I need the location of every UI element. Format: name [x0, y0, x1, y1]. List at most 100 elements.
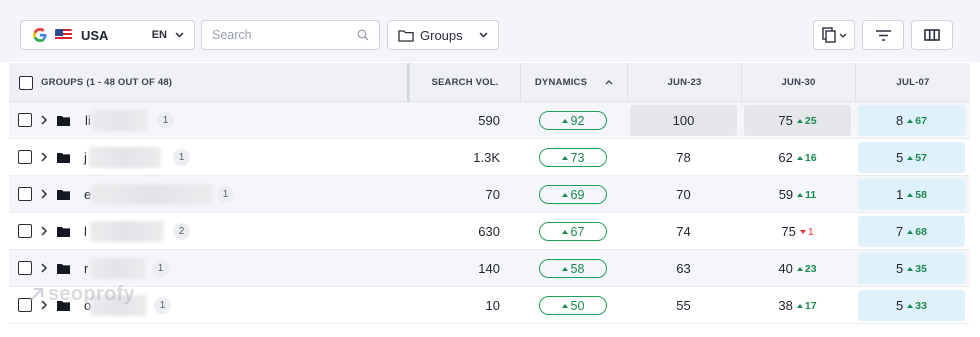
header-dynamics[interactable]: DYNAMICS — [520, 63, 627, 102]
chevron-right-icon[interactable] — [40, 151, 48, 163]
position-value: 38 — [778, 298, 793, 313]
dynamics-value: 92 — [570, 113, 585, 128]
position-value: 5 — [896, 150, 904, 165]
table-row[interactable]: e 1 70 69 70 59 11 1 58 — [9, 176, 970, 213]
position-jul07: 7 68 — [858, 216, 965, 247]
chevron-right-icon[interactable] — [40, 114, 48, 126]
position-jun23: 78 — [630, 142, 737, 173]
filter-button[interactable] — [862, 20, 904, 50]
row-checkbox[interactable] — [18, 224, 32, 238]
language-label: EN — [151, 29, 167, 41]
arrow-up-icon — [907, 155, 914, 160]
arrow-up-icon — [561, 229, 568, 234]
search-input[interactable]: Search — [201, 20, 380, 50]
search-volume: 590 — [478, 113, 500, 128]
position-jun23: 70 — [630, 179, 737, 210]
group-count-badge: 2 — [173, 223, 190, 240]
row-checkbox[interactable] — [18, 261, 32, 275]
chevron-right-icon[interactable] — [40, 188, 48, 200]
select-all-checkbox[interactable] — [19, 75, 33, 90]
arrow-up-icon — [907, 266, 914, 271]
search-icon — [357, 29, 369, 41]
position-value: 1 — [896, 187, 904, 202]
change-up-indicator: 11 — [797, 189, 816, 201]
position-value: 75 — [781, 224, 796, 239]
group-name[interactable]: l — [84, 224, 87, 239]
header-jun23[interactable]: JUN-23 — [627, 63, 741, 102]
chevron-down-icon — [175, 32, 184, 38]
position-jul07: 5 33 — [858, 290, 965, 321]
table-row[interactable]: o 1 10 50 55 38 17 5 33 — [9, 287, 970, 324]
position-jun30: 59 11 — [744, 179, 851, 210]
position-jul07: 8 67 — [858, 105, 965, 136]
redacted-text — [89, 147, 161, 168]
header-jul07[interactable]: JUL-07 — [855, 63, 970, 102]
seoprofy-logo-icon — [29, 287, 44, 302]
search-volume: 1.3K — [473, 150, 500, 165]
columns-button[interactable] — [911, 20, 953, 50]
dynamics-badge: 58 — [539, 259, 607, 278]
header-search-vol[interactable]: SEARCH VOL. — [409, 63, 520, 102]
change-value: 67 — [915, 114, 927, 127]
chevron-down-icon — [839, 33, 846, 38]
position-value: 75 — [778, 113, 793, 128]
search-placeholder: Search — [212, 28, 252, 42]
watermark-text: seoprofy — [48, 283, 135, 305]
change-up-indicator: 57 — [907, 152, 927, 164]
copy-button[interactable] — [813, 20, 855, 50]
row-checkbox[interactable] — [18, 187, 32, 201]
position-value: 7 — [896, 224, 904, 239]
position-jun30: 75 1 — [744, 216, 851, 247]
arrow-up-icon — [796, 118, 803, 123]
position-jun23: 100 — [630, 105, 737, 136]
country-selector[interactable]: USA EN — [20, 20, 195, 50]
change-up-indicator: 68 — [907, 226, 927, 238]
table-row[interactable]: l 2 630 67 74 75 1 7 68 — [9, 213, 970, 250]
position-value: 100 — [672, 113, 695, 128]
table-row[interactable]: j 1 1.3K 73 78 62 16 5 57 — [9, 139, 970, 176]
google-icon — [33, 28, 47, 42]
change-down-indicator: 1 — [799, 226, 814, 238]
header-groups: GROUPS (1 - 48 OUT OF 48) — [9, 63, 409, 102]
dynamics-value: 67 — [570, 224, 585, 239]
arrow-up-icon — [561, 118, 568, 123]
position-value: 5 — [896, 298, 904, 313]
position-jul07: 5 57 — [858, 142, 965, 173]
table-header: GROUPS (1 - 48 OUT OF 48) SEARCH VOL. DY… — [9, 63, 970, 102]
row-checkbox[interactable] — [18, 113, 32, 127]
row-checkbox[interactable] — [18, 150, 32, 164]
change-value: 25 — [804, 114, 817, 127]
search-volume: 10 — [485, 298, 500, 313]
position-value: 63 — [676, 261, 691, 276]
columns-icon — [924, 29, 940, 41]
change-value: 16 — [804, 151, 817, 164]
position-jul07: 1 58 — [858, 179, 965, 210]
group-count-badge: 1 — [217, 186, 234, 203]
change-value: 57 — [915, 151, 927, 164]
group-name[interactable]: r — [84, 261, 88, 276]
watermark: seoprofy — [28, 283, 135, 306]
dynamics-value: 50 — [570, 298, 585, 313]
chevron-right-icon[interactable] — [40, 262, 48, 274]
dynamics-badge: 73 — [539, 148, 607, 167]
position-jun30: 62 16 — [744, 142, 851, 173]
chevron-right-icon[interactable] — [40, 225, 48, 237]
position-value: 70 — [676, 187, 691, 202]
group-name[interactable]: j — [84, 150, 87, 165]
position-jul07: 5 35 — [858, 253, 965, 284]
search-volume: 630 — [478, 224, 500, 239]
search-volume: 70 — [485, 187, 500, 202]
change-up-indicator: 16 — [796, 151, 817, 164]
group-count-badge: 1 — [157, 112, 174, 129]
redacted-text — [90, 184, 213, 205]
groups-dropdown[interactable]: Groups — [387, 20, 499, 50]
folder-icon — [57, 264, 70, 274]
change-value: 17 — [804, 299, 817, 312]
position-jun30: 40 23 — [744, 253, 851, 284]
dynamics-badge: 50 — [539, 296, 607, 315]
table-row[interactable]: r 1 140 58 63 40 23 5 35 — [9, 250, 970, 287]
arrow-up-icon — [561, 155, 568, 160]
change-value: 58 — [915, 188, 927, 201]
header-jun30[interactable]: JUN-30 — [741, 63, 855, 102]
table-row[interactable]: li 1 590 92 100 75 25 8 67 — [9, 102, 970, 139]
